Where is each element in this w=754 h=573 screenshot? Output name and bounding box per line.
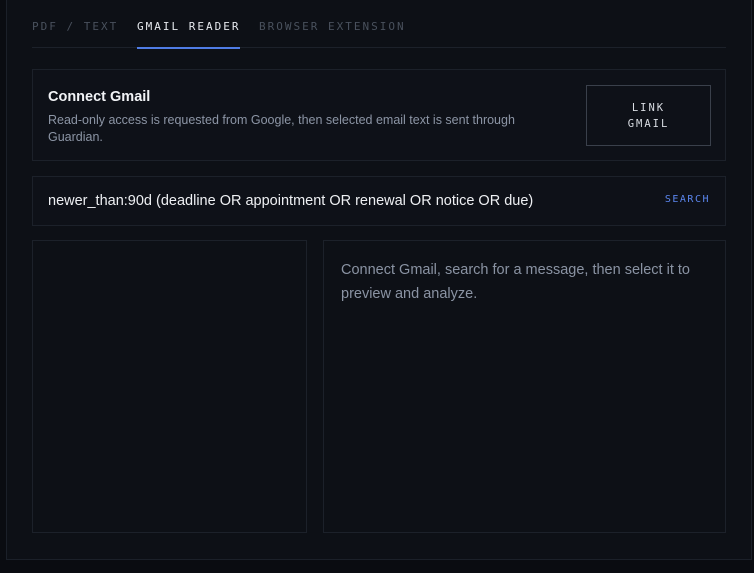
search-input[interactable] bbox=[48, 177, 648, 225]
tab-gmail-reader[interactable]: GMAIL READER bbox=[137, 20, 241, 49]
tab-browser-extension[interactable]: BROWSER EXTENSION bbox=[259, 20, 406, 48]
message-preview: Connect Gmail, search for a message, the… bbox=[323, 240, 726, 533]
search-button[interactable]: SEARCH bbox=[665, 194, 710, 205]
message-list[interactable] bbox=[32, 240, 307, 533]
connect-gmail-panel: Connect Gmail Read-only access is reques… bbox=[32, 69, 726, 161]
connect-description: Read-only access is requested from Googl… bbox=[48, 113, 515, 144]
app-frame: PDF / TEXT GMAIL READER BROWSER EXTENSIO… bbox=[6, 0, 752, 560]
link-gmail-button-line2: GMAIL bbox=[627, 117, 670, 130]
tab-bar: PDF / TEXT GMAIL READER BROWSER EXTENSIO… bbox=[32, 0, 726, 49]
link-gmail-button[interactable]: LINK GMAIL bbox=[586, 85, 711, 146]
connect-title: Connect Gmail bbox=[48, 89, 151, 105]
preview-empty-message: Connect Gmail, search for a message, the… bbox=[341, 262, 690, 302]
search-bar: SEARCH bbox=[32, 176, 726, 226]
tab-pdf-text[interactable]: PDF / TEXT bbox=[32, 20, 118, 48]
link-gmail-button-line1: LINK bbox=[631, 101, 666, 114]
